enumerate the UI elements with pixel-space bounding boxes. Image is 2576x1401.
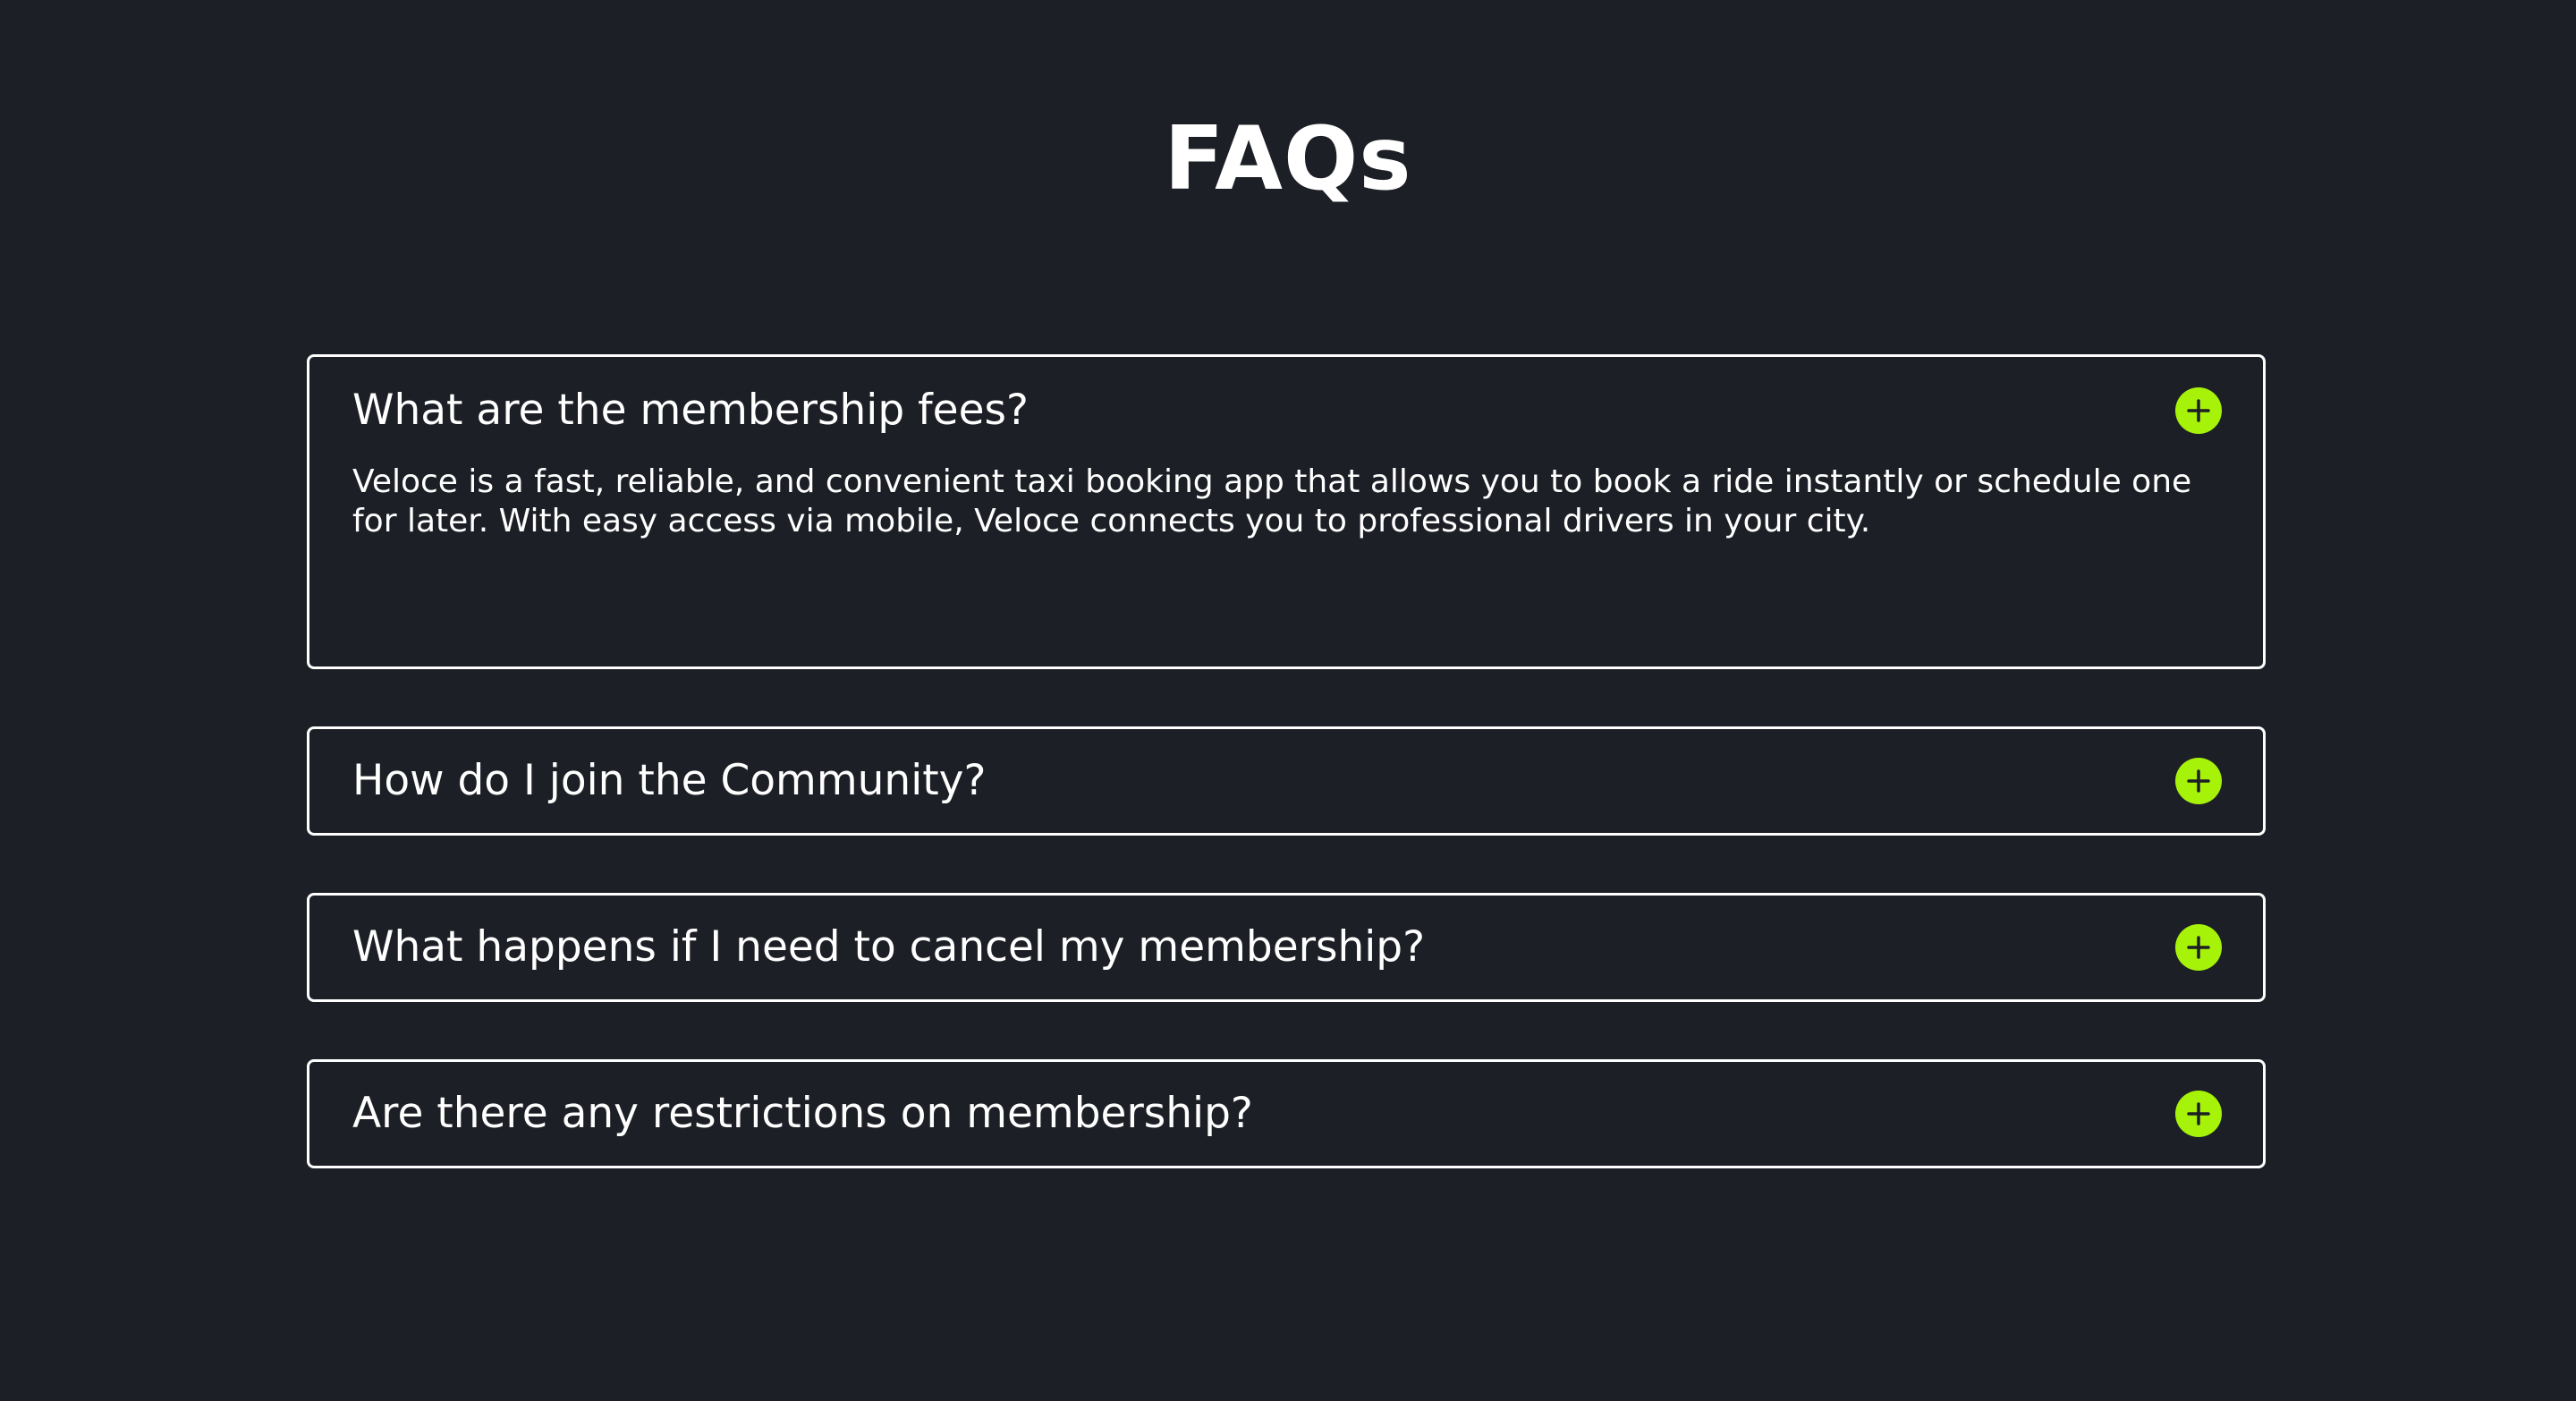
faq-page: FAQs What are the membership fees? Veloc… [0,0,2576,1401]
plus-circle-icon[interactable] [2175,758,2222,804]
plus-circle-icon[interactable] [2175,924,2222,971]
faq-item: How do I join the Community? [307,726,2266,836]
faq-question-toggle[interactable]: What happens if I need to cancel my memb… [309,896,2263,999]
faq-question-toggle[interactable]: How do I join the Community? [309,729,2263,833]
faq-question: How do I join the Community? [352,756,987,805]
faq-answer: Veloce is a fast, reliable, and convenie… [352,463,2192,539]
faq-question-toggle[interactable]: Are there any restrictions on membership… [309,1062,2263,1166]
plus-circle-icon[interactable] [2175,1091,2222,1137]
faq-item: What happens if I need to cancel my memb… [307,893,2266,1002]
faq-question: What happens if I need to cancel my memb… [352,922,1426,972]
faq-question-toggle[interactable]: What are the membership fees? [309,357,2263,464]
faq-question: Are there any restrictions on membership… [352,1089,1253,1138]
faq-question: What are the membership fees? [352,386,1029,435]
plus-circle-icon[interactable] [2175,387,2222,434]
faq-item: Are there any restrictions on membership… [307,1059,2266,1168]
faq-item: What are the membership fees? Veloce is … [307,354,2266,669]
page-title: FAQs [1164,108,1412,210]
